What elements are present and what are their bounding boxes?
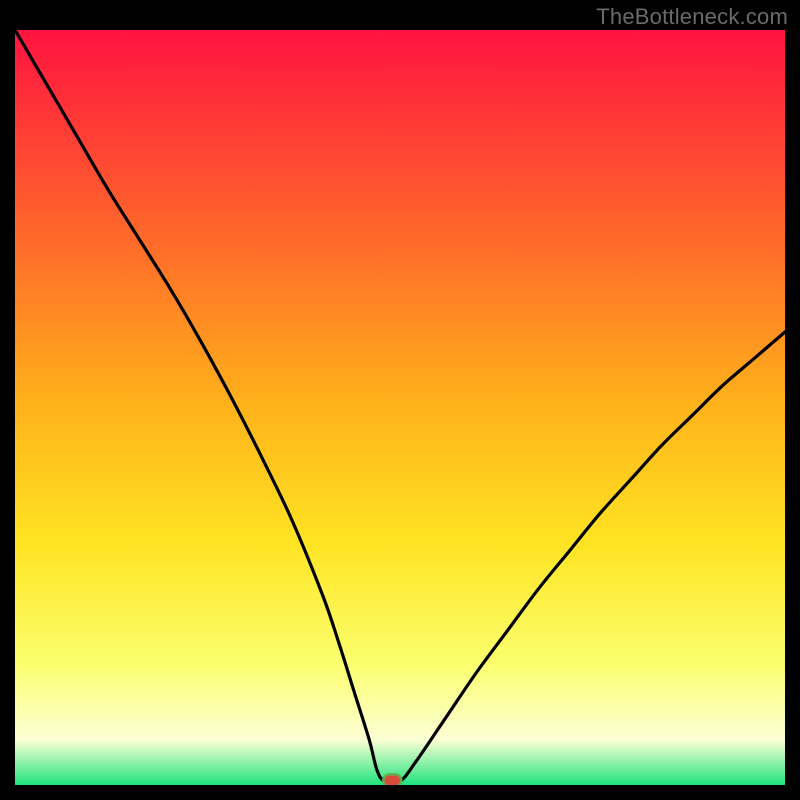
gradient-background xyxy=(15,30,785,785)
optimal-marker xyxy=(383,774,401,785)
bottleneck-chart xyxy=(15,30,785,785)
outer-frame: TheBottleneck.com xyxy=(0,0,800,800)
watermark-text: TheBottleneck.com xyxy=(596,4,788,30)
plot-area xyxy=(15,30,785,785)
